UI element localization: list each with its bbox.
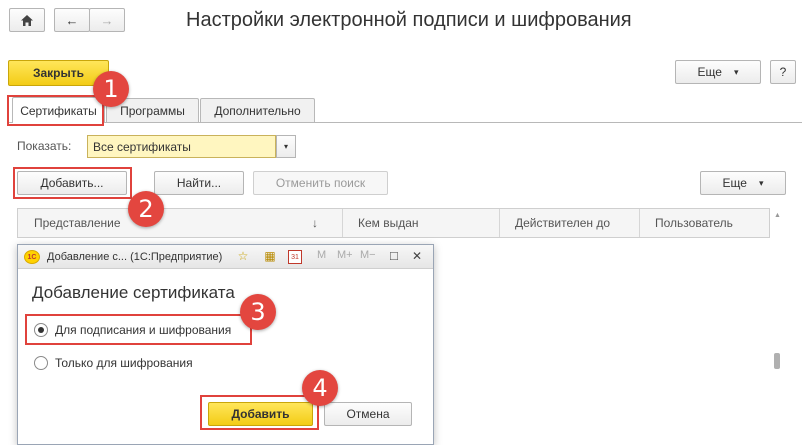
column-label: Пользователь: [655, 216, 733, 230]
app-logo-icon: 1С: [24, 250, 40, 264]
tab-bar-divider: [8, 122, 802, 123]
find-button-label: Найти...: [176, 176, 222, 190]
memory-plus-glyph: M+: [337, 249, 353, 261]
callout-badge-4: 4: [302, 370, 338, 406]
calendar-glyph: 31: [291, 253, 299, 261]
chevron-down-icon: ▾: [758, 177, 764, 188]
calendar-icon[interactable]: 31: [288, 250, 302, 264]
forward-button[interactable]: →: [89, 8, 125, 32]
column-label: Кем выдан: [358, 216, 419, 230]
list-more-label: Еще: [722, 176, 747, 190]
callout-number: 1: [103, 75, 119, 103]
more-button-label: Еще: [697, 65, 722, 79]
column-separator: [342, 209, 343, 237]
page-title: Настройки электронной подписи и шифрован…: [186, 9, 632, 31]
memory-glyph: M: [317, 249, 327, 261]
back-button[interactable]: ←: [54, 8, 90, 32]
filter-dropdown-button[interactable]: ▾: [276, 135, 296, 158]
list-more-button[interactable]: Еще ▾: [700, 171, 786, 195]
help-icon: ?: [779, 65, 787, 79]
tab-label: Дополнительно: [214, 103, 301, 118]
calculator-icon[interactable]: ▦: [263, 249, 277, 263]
dialog-cancel-label: Отмена: [346, 407, 390, 421]
home-icon: [21, 14, 33, 26]
more-button[interactable]: Еще ▾: [675, 60, 761, 84]
column-label: Представление: [34, 216, 121, 230]
column-label: Действителен до: [515, 216, 611, 230]
close-button-label: Закрыть: [32, 66, 85, 80]
filter-select[interactable]: Все сертификаты: [87, 135, 276, 158]
callout-number: 3: [250, 298, 266, 326]
callout-badge-3: 3: [240, 294, 276, 330]
tab-label: Программы: [120, 103, 185, 118]
column-header-presentation[interactable]: Представление ↓: [34, 209, 324, 237]
maximize-icon[interactable]: □: [390, 248, 398, 263]
memory-plus-icon[interactable]: M+: [337, 249, 353, 261]
highlight-frame-sign-option: [25, 314, 252, 345]
dialog-cancel-button[interactable]: Отмена: [324, 402, 412, 426]
memory-icon[interactable]: M: [317, 249, 326, 261]
memory-minus-glyph: M−: [360, 249, 376, 261]
favorite-icon[interactable]: ☆: [236, 249, 250, 263]
column-separator: [639, 209, 640, 237]
column-separator: [499, 209, 500, 237]
dialog-title: Добавление с... (1С:Предприятие): [47, 251, 223, 263]
close-icon[interactable]: ✕: [412, 249, 422, 263]
column-header-issuer[interactable]: Кем выдан: [358, 209, 419, 237]
callout-badge-2: 2: [128, 191, 164, 227]
callout-number: 2: [138, 195, 154, 223]
app-logo-text: 1С: [27, 253, 37, 261]
highlight-frame-add-button: [13, 167, 132, 199]
cancel-search-label: Отменить поиск: [275, 176, 366, 190]
help-button[interactable]: ?: [770, 60, 796, 84]
calculator-glyph: ▦: [264, 249, 276, 263]
maximize-glyph: □: [390, 248, 398, 263]
column-header-user[interactable]: Пользователь: [655, 209, 733, 237]
scrollbar-arrow-up-icon[interactable]: ▲: [774, 212, 781, 219]
chevron-down-icon: ▾: [733, 66, 739, 77]
tab-advanced[interactable]: Дополнительно: [200, 98, 315, 122]
filter-select-value: Все сертификаты: [93, 139, 191, 154]
cancel-search-button[interactable]: Отменить поиск: [253, 171, 388, 195]
back-arrow-icon: ←: [65, 12, 79, 28]
highlight-frame-certificates-tab: [7, 95, 104, 126]
callout-number: 4: [312, 374, 328, 402]
dialog-titlebar: 1С Добавление с... (1С:Предприятие) ☆ ▦ …: [18, 245, 433, 269]
find-button[interactable]: Найти...: [154, 171, 244, 195]
home-button[interactable]: [9, 8, 45, 32]
radio-encrypt-only-label[interactable]: Только для шифрования: [55, 356, 193, 370]
sort-down-icon: ↓: [312, 216, 318, 230]
forward-arrow-icon: →: [100, 12, 114, 28]
dialog-heading: Добавление сертификата: [32, 283, 235, 302]
close-glyph: ✕: [412, 249, 423, 263]
favorite-glyph: ☆: [237, 249, 249, 263]
grid-scrollbar-thumb[interactable]: [774, 353, 780, 369]
chevron-down-icon: ▾: [283, 142, 288, 151]
column-header-valid-to[interactable]: Действителен до: [515, 209, 610, 237]
memory-minus-icon[interactable]: M−: [360, 249, 376, 261]
highlight-frame-dialog-add: [200, 395, 319, 430]
filter-label: Показать:: [17, 139, 72, 153]
radio-encrypt-only[interactable]: [34, 356, 48, 370]
callout-badge-1: 1: [93, 71, 129, 107]
